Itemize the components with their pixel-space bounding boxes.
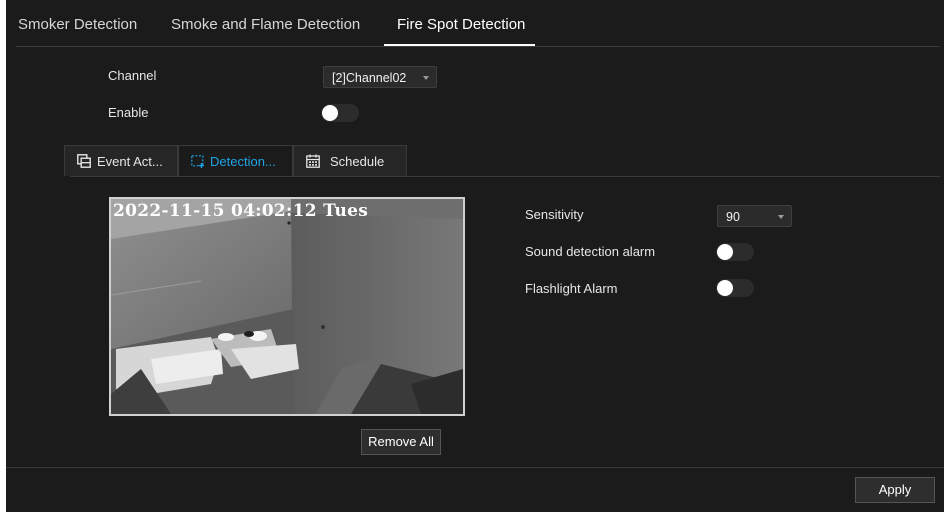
channel-label: Channel <box>108 68 157 83</box>
detection-area-icon <box>191 155 204 168</box>
enable-label: Enable <box>108 105 149 120</box>
tab-detection-area[interactable]: Detection... <box>178 145 293 176</box>
sensitivity-label: Sensitivity <box>525 207 584 222</box>
tab-detection-area-label: Detection... <box>210 154 276 169</box>
sensitivity-value: 90 <box>726 210 740 224</box>
event-action-icon <box>77 154 91 168</box>
tab-event-action-label: Event Act... <box>97 154 163 169</box>
tabs-divider <box>16 46 940 47</box>
flashlight-alarm-label: Flashlight Alarm <box>525 281 618 296</box>
channel-select[interactable]: [2]Channel02 <box>323 66 437 88</box>
fire-spot-detection-panel: Smoker Detection Smoke and Flame Detecti… <box>6 0 944 512</box>
sub-tabs-divider <box>70 176 940 177</box>
tab-schedule-label: Schedule <box>330 154 385 169</box>
remove-all-button[interactable]: Remove All <box>361 429 441 455</box>
chevron-down-icon <box>778 215 784 219</box>
tab-schedule[interactable]: Schedule <box>293 145 407 176</box>
tab-fire-spot-detection[interactable]: Fire Spot Detection <box>397 16 525 33</box>
flashlight-alarm-toggle[interactable] <box>716 279 754 297</box>
chevron-down-icon <box>423 76 429 80</box>
tab-smoke-and-flame-detection[interactable]: Smoke and Flame Detection <box>171 16 360 33</box>
sound-alarm-toggle[interactable] <box>716 243 754 261</box>
toggle-knob <box>717 244 733 260</box>
sensitivity-select[interactable]: 90 <box>717 205 792 227</box>
footer-divider <box>6 467 944 468</box>
video-timestamp-overlay: 2022-11-15 04:02:12 Tues <box>113 201 369 221</box>
tab-event-action[interactable]: Event Act... <box>64 145 178 176</box>
toggle-knob <box>322 105 338 121</box>
thermal-scene-image <box>111 199 463 414</box>
apply-button[interactable]: Apply <box>855 477 935 503</box>
toggle-knob <box>717 280 733 296</box>
enable-toggle[interactable] <box>321 104 359 122</box>
channel-value: [2]Channel02 <box>332 71 407 85</box>
camera-preview[interactable]: 2022-11-15 04:02:12 Tues <box>109 197 465 416</box>
tab-smoker-detection[interactable]: Smoker Detection <box>18 16 137 33</box>
sound-alarm-label: Sound detection alarm <box>525 244 656 259</box>
detection-type-tabs: Smoker Detection Smoke and Flame Detecti… <box>6 0 944 46</box>
calendar-icon <box>306 154 320 168</box>
